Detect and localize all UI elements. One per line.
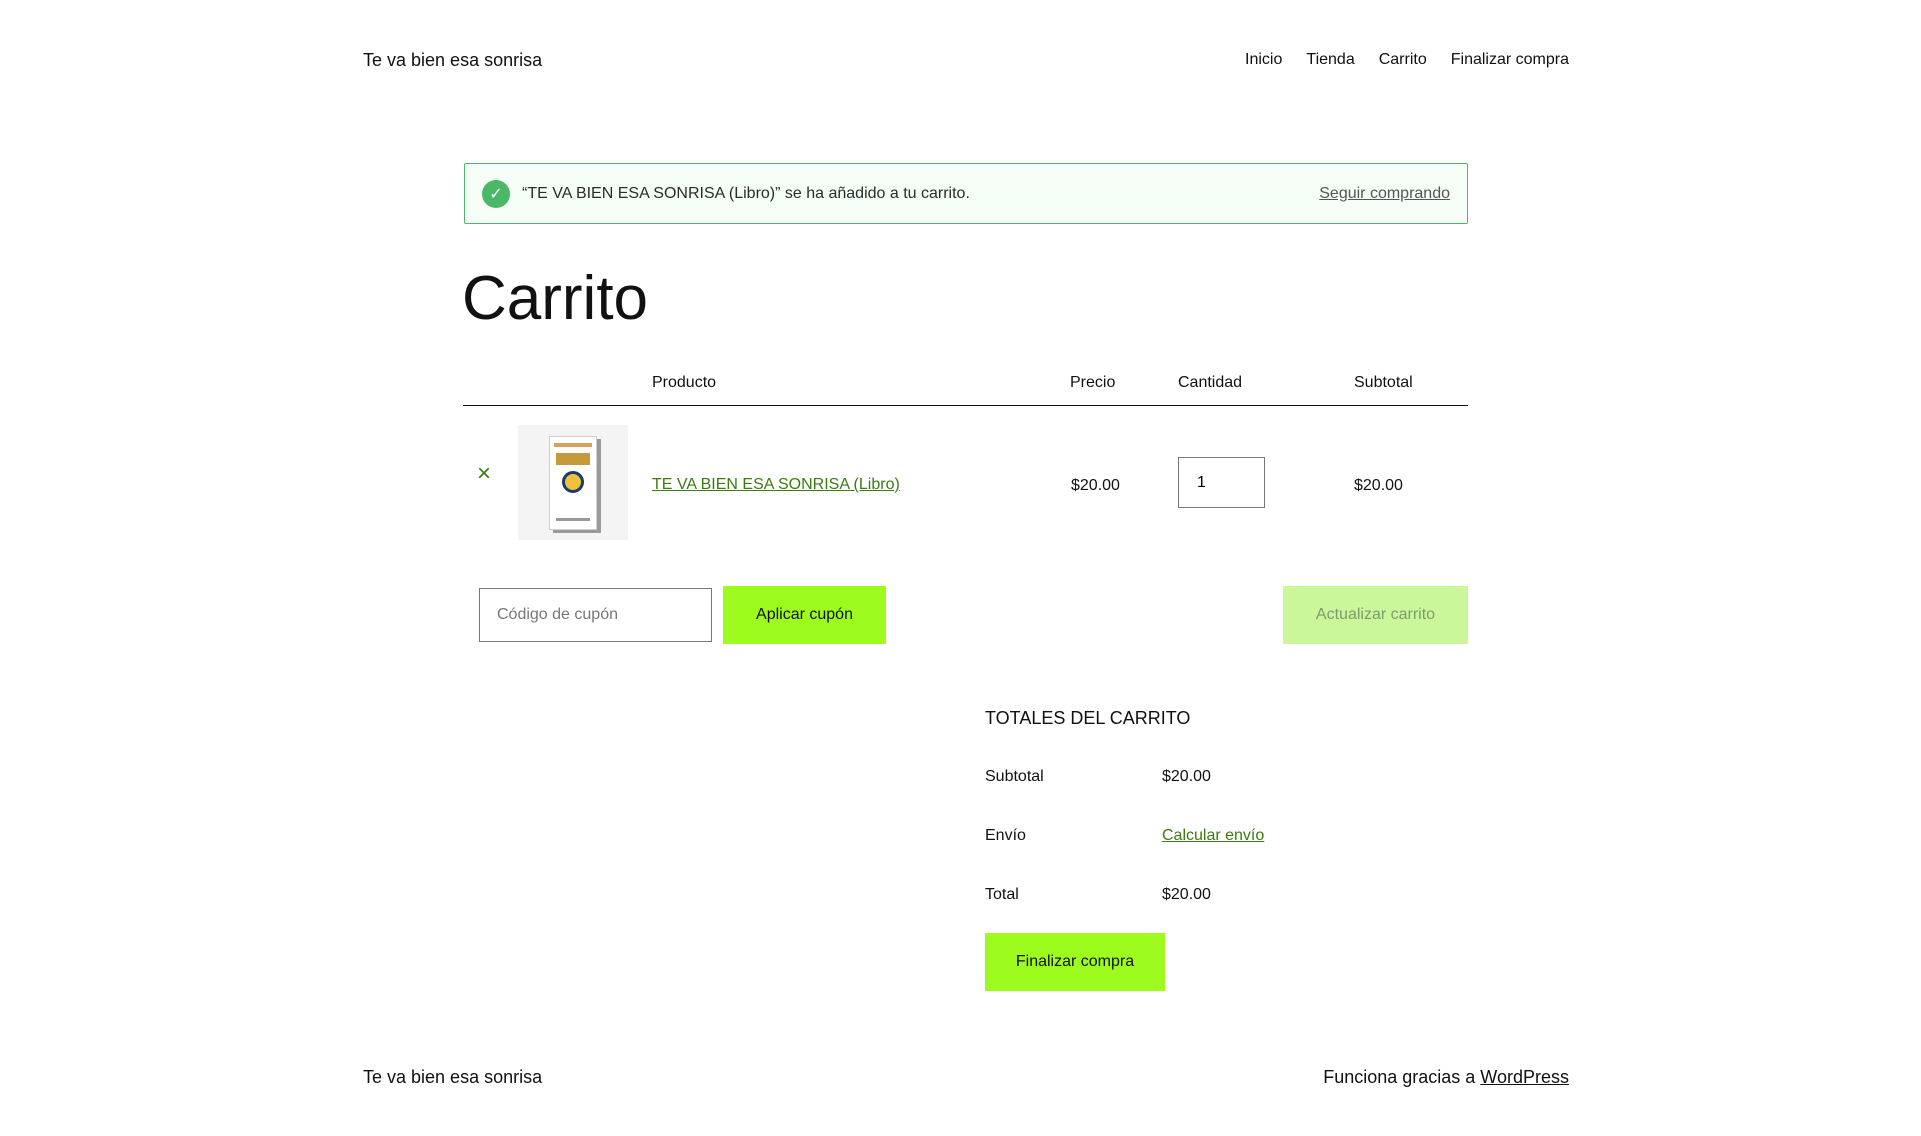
product-thumbnail[interactable] (518, 425, 628, 540)
table-header: Producto Precio Cantidad Subtotal (463, 374, 1468, 406)
nav-item-inicio[interactable]: Inicio (1245, 51, 1282, 69)
totals-subtotal-value: $20.00 (1162, 768, 1211, 785)
totals-total-label: Total (985, 886, 1019, 903)
cart-table: Producto Precio Cantidad Subtotal × TE V… (463, 374, 1468, 540)
coupon-code-input[interactable] (479, 588, 712, 642)
header-product: Producto (652, 374, 717, 391)
totals-subtotal-label: Subtotal (985, 768, 1044, 785)
footer-site-title[interactable]: Te va bien esa sonrisa (363, 1067, 542, 1088)
success-notice: ✓ “TE VA BIEN ESA SONRISA (Libro)” se ha… (464, 163, 1468, 224)
totals-total-value: $20.00 (1162, 886, 1211, 903)
product-name-link[interactable]: TE VA BIEN ESA SONRISA (Libro) (652, 476, 900, 494)
page: Te va bien esa sonrisa Inicio Tienda Car… (0, 0, 1921, 1136)
product-price: $20.00 (1071, 477, 1120, 494)
header-price: Precio (1070, 374, 1116, 391)
book-cover-image (549, 435, 597, 530)
cart-totals-title: TOTALES DEL CARRITO (985, 708, 1191, 728)
footer-credit-prefix: Funciona gracias a (1323, 1067, 1481, 1087)
wordpress-link[interactable]: WordPress (1480, 1067, 1569, 1087)
header-subtotal: Subtotal (1354, 374, 1413, 391)
apply-coupon-button[interactable]: Aplicar cupón (723, 586, 886, 644)
nav-item-tienda[interactable]: Tienda (1306, 51, 1354, 69)
main-nav: Inicio Tienda Carrito Finalizar compra (1245, 51, 1569, 69)
quantity-input[interactable] (1178, 457, 1265, 508)
continue-shopping-link[interactable]: Seguir comprando (1319, 185, 1450, 203)
calculate-shipping-link[interactable]: Calcular envío (1162, 827, 1264, 844)
calculate-shipping-link-wrap: Calcular envío (1162, 827, 1264, 845)
header-quantity: Cantidad (1178, 374, 1243, 391)
page-title: Carrito (462, 264, 649, 333)
update-cart-button[interactable]: Actualizar carrito (1283, 586, 1468, 644)
site-title[interactable]: Te va bien esa sonrisa (363, 50, 542, 71)
check-circle-icon: ✓ (482, 179, 510, 208)
line-subtotal: $20.00 (1354, 477, 1403, 494)
notice-message: “TE VA BIEN ESA SONRISA (Libro)” se ha a… (522, 184, 970, 202)
nav-item-finalizar-compra[interactable]: Finalizar compra (1451, 51, 1569, 69)
close-icon[interactable]: × (477, 462, 491, 486)
nav-item-carrito[interactable]: Carrito (1379, 51, 1427, 69)
footer-credit: Funciona gracias a WordPress (1323, 1067, 1569, 1088)
checkout-button[interactable]: Finalizar compra (985, 933, 1165, 991)
totals-shipping-label: Envío (985, 827, 1026, 844)
table-row: × TE VA BIEN ESA SONRISA (Libro) $20.00 … (463, 406, 1468, 540)
